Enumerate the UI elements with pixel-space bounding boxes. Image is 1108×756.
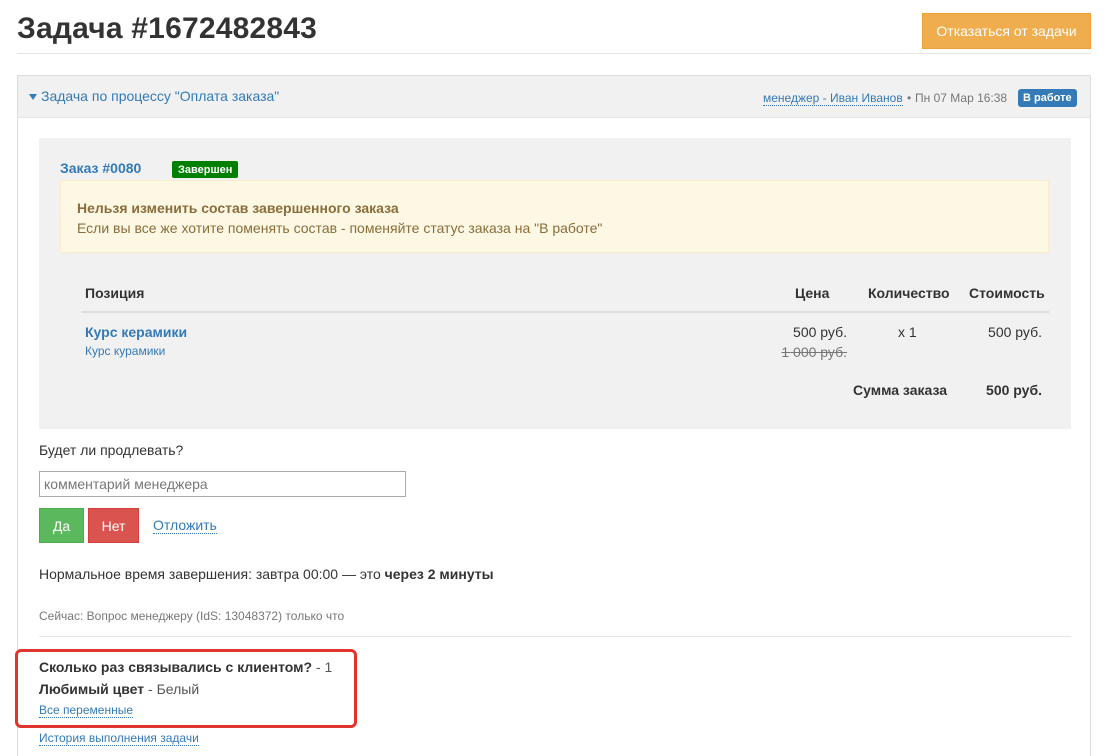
page-title: Задача #1672482843	[17, 12, 318, 45]
order-status-badge: Завершен	[172, 161, 239, 178]
item-price: 500 руб.	[793, 324, 847, 340]
order-box: Заказ #0080 Завершен Нельзя изменить сос…	[39, 138, 1071, 429]
variable-label: Любимый цвет	[39, 681, 145, 697]
current-step-text: Сейчас: Вопрос менеджеру (IdS: 13048372)…	[39, 609, 345, 623]
product-subtitle-link[interactable]: Курс курамики	[85, 344, 165, 358]
alert-title: Нельзя изменить состав завершенного зака…	[77, 200, 399, 216]
process-toggle-link[interactable]: Задача по процессу "Оплата заказа"	[41, 88, 279, 104]
column-header-quantity: Количество	[868, 285, 950, 301]
column-header-position: Позиция	[85, 285, 145, 301]
title-divider	[17, 53, 1091, 54]
product-link[interactable]: Курс керамики	[85, 324, 187, 340]
deadline-prefix: Нормальное время завершения: завтра 00:0…	[39, 566, 385, 582]
postpone-link[interactable]: Отложить	[153, 517, 217, 534]
table-header-divider	[81, 311, 1049, 313]
task-status-badge: В работе	[1018, 89, 1077, 107]
order-total-label: Сумма заказа	[853, 382, 948, 398]
task-history-link[interactable]: История выполнения задачи	[39, 731, 199, 746]
variable-value: - Белый	[144, 681, 200, 697]
task-panel: Задача по процессу "Оплата заказа" менед…	[15, 75, 1091, 756]
manager-comment-input[interactable]	[39, 471, 406, 497]
item-quantity: x 1	[898, 324, 917, 340]
no-button[interactable]: Нет	[88, 508, 139, 543]
item-cost: 500 руб.	[988, 324, 1042, 340]
deadline-text: Нормальное время завершения: завтра 00:0…	[39, 566, 494, 582]
order-link[interactable]: Заказ #0080	[60, 160, 141, 176]
yes-button[interactable]: Да	[39, 508, 84, 543]
variable-color: Любимый цвет - Белый	[39, 681, 199, 697]
manager-link[interactable]: менеджер - Иван Иванов	[763, 91, 903, 106]
order-total-value: 500 руб.	[986, 382, 1042, 398]
column-header-cost: Стоимость	[969, 285, 1045, 301]
task-panel-header: Задача по процессу "Оплата заказа" менед…	[18, 76, 1090, 118]
section-divider	[39, 636, 1071, 637]
abandon-task-button[interactable]: Отказаться от задачи	[922, 13, 1091, 49]
alert-text: Если вы все же хотите поменять состав - …	[77, 220, 603, 236]
column-header-price: Цена	[795, 285, 830, 301]
variable-value: - 1	[312, 659, 333, 675]
caret-down-icon[interactable]	[29, 94, 37, 100]
question-label: Будет ли продлевать?	[39, 442, 184, 458]
variable-label: Сколько раз связывались с клиентом?	[39, 659, 313, 675]
item-old-price: 1 000 руб.	[781, 344, 847, 360]
variable-contacts: Сколько раз связывались с клиентом? - 1	[39, 659, 332, 675]
all-variables-link[interactable]: Все переменные	[39, 703, 134, 718]
separator-dot: •	[907, 91, 912, 105]
warning-alert: Нельзя изменить состав завершенного зака…	[60, 180, 1049, 253]
task-date: Пн 07 Мар 16:38	[915, 91, 1008, 105]
deadline-emphasis: через 2 минуты	[384, 566, 494, 582]
